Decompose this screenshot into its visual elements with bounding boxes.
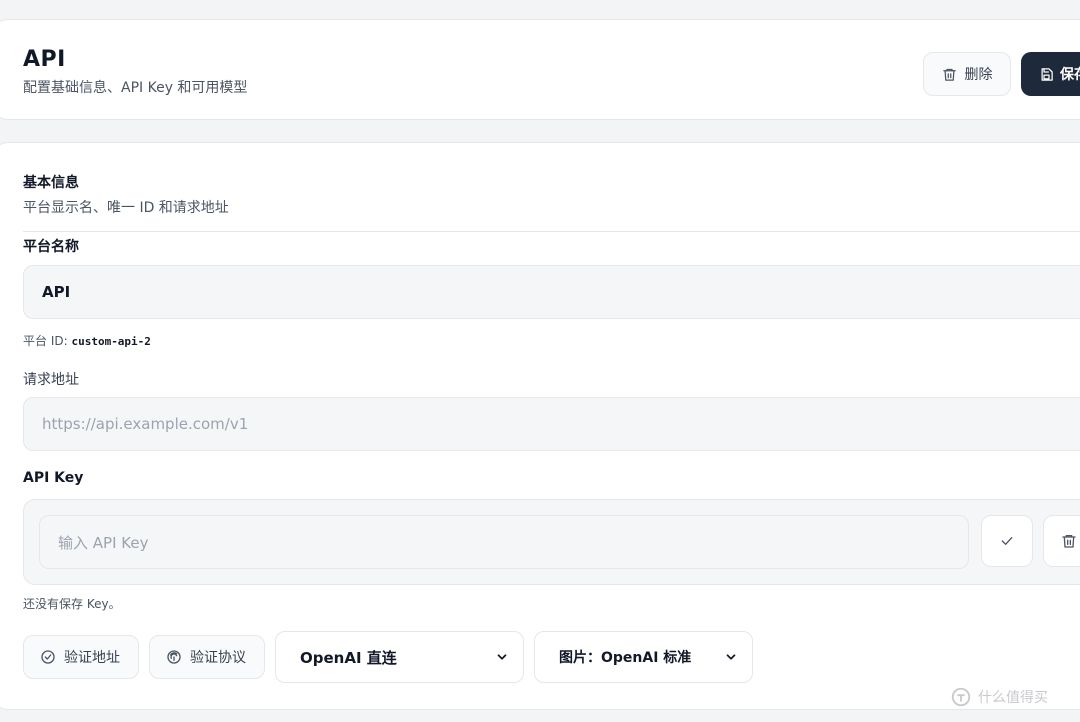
watermark: 什么值得买: [950, 686, 1048, 708]
api-key-label: API Key: [23, 470, 84, 486]
platform-name-input[interactable]: API: [23, 265, 1080, 319]
page-subtitle: 配置基础信息、API Key 和可用模型: [23, 80, 248, 96]
image-mode-select[interactable]: 图片：OpenAI 标准: [534, 631, 753, 683]
platform-name-label: 平台名称: [23, 239, 79, 255]
delete-key-button[interactable]: [1043, 515, 1080, 567]
api-key-box: 输入 API Key: [23, 499, 1080, 585]
save-icon: [1039, 67, 1054, 82]
trash-icon: [942, 67, 957, 82]
save-button-label: 保存: [1060, 67, 1080, 83]
chevron-down-icon: [495, 650, 509, 664]
header-card: API 配置基础信息、API Key 和可用模型 删除 保存: [0, 19, 1080, 120]
basic-info-card: 基本信息 平台显示名、唯一 ID 和请求地址 平台名称 API 平台 ID: c…: [0, 142, 1080, 710]
trash-icon: [1061, 533, 1077, 549]
check-circle-icon: [40, 649, 56, 665]
verify-url-button[interactable]: 验证地址: [23, 635, 139, 679]
api-key-input[interactable]: 输入 API Key: [39, 515, 969, 569]
platform-id-hint: 平台 ID: custom-api-2: [23, 332, 151, 349]
protocol-select-value: OpenAI 直连: [300, 648, 397, 667]
watermark-logo-icon: [950, 686, 972, 708]
protocol-select[interactable]: OpenAI 直连: [275, 631, 524, 683]
fingerprint-icon: [166, 649, 182, 665]
watermark-text: 什么值得买: [978, 690, 1048, 706]
delete-button-label: 删除: [964, 67, 993, 83]
api-key-hint: 还没有保存 Key。: [23, 597, 121, 611]
check-icon: [999, 533, 1015, 549]
request-url-label: 请求地址: [23, 372, 79, 388]
platform-id-value: custom-api-2: [71, 335, 151, 348]
chevron-down-icon: [724, 650, 738, 664]
page-title: API: [23, 47, 66, 72]
platform-id-prefix: 平台 ID:: [23, 334, 72, 348]
verify-protocol-button[interactable]: 验证协议: [149, 635, 265, 679]
request-url-input[interactable]: https://api.example.com/v1: [23, 397, 1080, 451]
save-button[interactable]: 保存: [1021, 52, 1080, 96]
section-title: 基本信息: [23, 175, 79, 191]
section-divider: [23, 231, 1080, 232]
image-mode-select-value: 图片：OpenAI 标准: [559, 650, 692, 666]
confirm-key-button[interactable]: [981, 515, 1033, 567]
verify-url-label: 验证地址: [64, 650, 120, 666]
delete-button[interactable]: 删除: [923, 52, 1011, 96]
section-description: 平台显示名、唯一 ID 和请求地址: [23, 200, 229, 216]
verify-protocol-label: 验证协议: [190, 650, 246, 666]
